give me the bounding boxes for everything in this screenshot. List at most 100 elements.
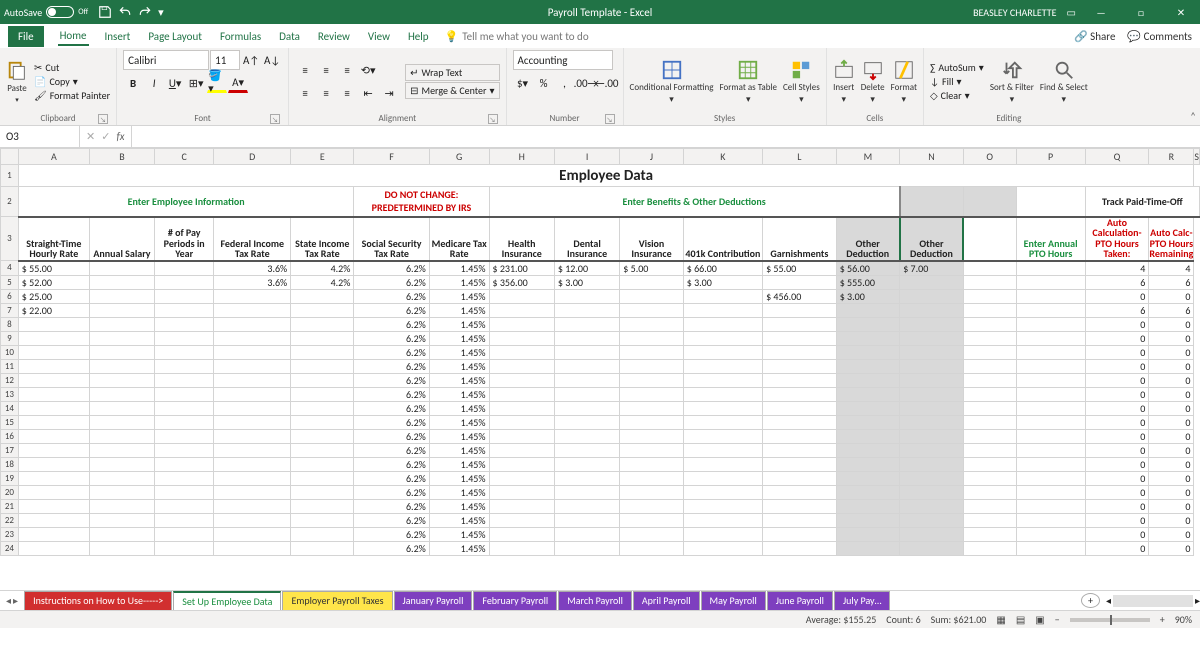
cell-C13[interactable] [89,387,154,401]
cell-S13[interactable]: 0 [1149,387,1194,401]
cell-B4[interactable]: $ 55.00 [18,261,89,276]
cell-K23[interactable] [620,527,683,541]
cell-S17[interactable]: 0 [1149,443,1194,457]
cell-J17[interactable] [554,443,619,457]
cell-R21[interactable]: 0 [1085,499,1149,513]
cell-M9[interactable] [763,331,837,345]
cell-D12[interactable] [155,373,214,387]
find-select-button[interactable]: Find & Select▾ [1040,59,1088,105]
bold-button[interactable]: B [123,73,143,93]
cell-K7[interactable] [620,303,683,317]
new-sheet-button[interactable]: + [1081,593,1100,608]
share-button[interactable]: 🔗 Share [1074,30,1115,43]
cell-F8[interactable] [291,317,354,331]
cell-H10[interactable]: 1.45% [429,345,489,359]
cell-Q7[interactable] [1016,303,1085,317]
cell-C9[interactable] [89,331,154,345]
sheet-tab[interactable]: April Payroll [633,591,700,610]
cell-K4[interactable]: $ 5.00 [620,261,683,276]
align-middle-button[interactable]: ≡ [316,60,336,80]
cell-I13[interactable] [489,387,554,401]
cell-D19[interactable] [155,471,214,485]
cell-O5[interactable] [900,275,964,289]
clear-button[interactable]: ◇ Clear ▾ [930,89,984,102]
cell-S7[interactable]: 6 [1149,303,1194,317]
cell-R23[interactable]: 0 [1085,527,1149,541]
cell-K19[interactable] [620,471,683,485]
italic-button[interactable]: I [144,73,164,93]
format-cells-button[interactable]: Format▾ [891,59,917,105]
cell-F16[interactable] [291,429,354,443]
cell-H9[interactable]: 1.45% [429,331,489,345]
cell-Q19[interactable] [1016,471,1085,485]
cell-R15[interactable]: 0 [1085,415,1149,429]
cell-N9[interactable] [836,331,900,345]
cell-H17[interactable]: 1.45% [429,443,489,457]
sheet-tab[interactable]: Employer Payroll Taxes [282,591,392,610]
cell-E17[interactable] [214,443,291,457]
cell-H24[interactable]: 1.45% [429,541,489,555]
cell-C15[interactable] [89,415,154,429]
row-header-24[interactable]: 24 [1,541,19,555]
cell-H4[interactable]: 1.45% [429,261,489,276]
cell-I21[interactable] [489,499,554,513]
cell-O13[interactable] [900,387,964,401]
cell-P5[interactable] [963,275,1016,289]
cell-E13[interactable] [214,387,291,401]
cell-N6[interactable]: $ 3.00 [836,289,900,303]
cell-R14[interactable]: 0 [1085,401,1149,415]
borders-button[interactable]: ⊞▾ [186,73,206,93]
hscroll-left-icon[interactable]: ◂ [1106,594,1111,607]
cell-O7[interactable] [900,303,964,317]
cell-B11[interactable] [18,359,89,373]
col-header-M[interactable]: M [836,149,900,165]
cell-F21[interactable] [291,499,354,513]
row-header-7[interactable]: 7 [1,303,19,317]
autosave[interactable]: AutoSave Off [4,6,88,19]
cell-N20[interactable] [836,485,900,499]
cell-S21[interactable]: 0 [1149,499,1194,513]
tab-data[interactable]: Data [277,28,302,45]
cell-H23[interactable]: 1.45% [429,527,489,541]
cell-P23[interactable] [963,527,1016,541]
shrink-font-button[interactable]: A↓ [262,50,282,70]
cell-F13[interactable] [291,387,354,401]
row-header-22[interactable]: 22 [1,513,19,527]
cell-M15[interactable] [763,415,837,429]
cell-P24[interactable] [963,541,1016,555]
cell-R9[interactable]: 0 [1085,331,1149,345]
cell-S8[interactable]: 0 [1149,317,1194,331]
align-bottom-button[interactable]: ≡ [337,60,357,80]
cell-M11[interactable] [763,359,837,373]
cell-F9[interactable] [291,331,354,345]
cell-C18[interactable] [89,457,154,471]
cell-Q16[interactable] [1016,429,1085,443]
cell-M19[interactable] [763,471,837,485]
cell-C6[interactable] [89,289,154,303]
align-right-button[interactable]: ≡ [337,83,357,103]
cell-P7[interactable] [963,303,1016,317]
cell-I11[interactable] [489,359,554,373]
cell-D24[interactable] [155,541,214,555]
cell-Q9[interactable] [1016,331,1085,345]
cell-B16[interactable] [18,429,89,443]
cell-K17[interactable] [620,443,683,457]
cell-J16[interactable] [554,429,619,443]
cell-B21[interactable] [18,499,89,513]
close-button[interactable]: ✕ [1166,0,1196,24]
cell-J24[interactable] [554,541,619,555]
cell-R11[interactable]: 0 [1085,359,1149,373]
cell-R19[interactable]: 0 [1085,471,1149,485]
col-header-S[interactable]: S [1194,149,1200,165]
cell-J6[interactable] [554,289,619,303]
cell-P12[interactable] [963,373,1016,387]
cell-N8[interactable] [836,317,900,331]
cell-G16[interactable]: 6.2% [354,429,429,443]
cell-R12[interactable]: 0 [1085,373,1149,387]
cell-J8[interactable] [554,317,619,331]
cell-D23[interactable] [155,527,214,541]
cell-D15[interactable] [155,415,214,429]
col-header-L[interactable]: L [763,149,837,165]
cell-I17[interactable] [489,443,554,457]
cell-H11[interactable]: 1.45% [429,359,489,373]
